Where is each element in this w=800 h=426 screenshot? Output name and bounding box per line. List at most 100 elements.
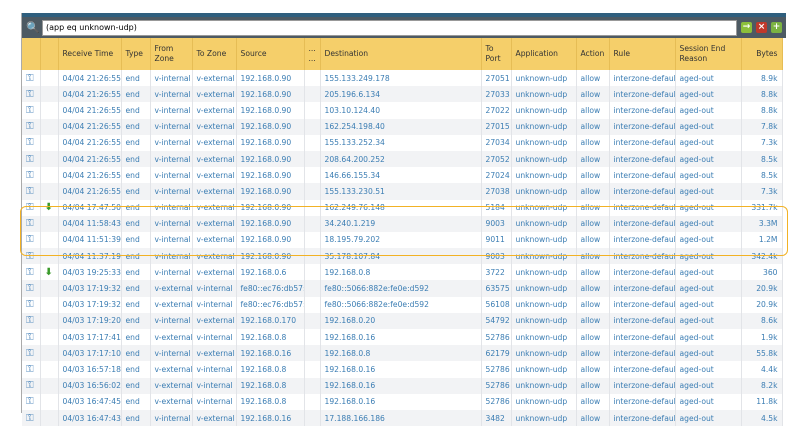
add-filter-button[interactable]: + xyxy=(771,22,782,33)
column-header[interactable]: Session End Reason xyxy=(675,38,742,70)
detail-cell[interactable]: ⚿ xyxy=(22,167,41,184)
table-row[interactable]: ⚿ 04/03 16:57:18 end v-external v-internal 19… xyxy=(22,361,783,378)
log-detail-icon[interactable]: ⚿ xyxy=(26,154,34,165)
cell-bytes: 1.9k xyxy=(741,329,783,346)
cell-rule: interzone-default xyxy=(609,215,676,232)
column-header[interactable] xyxy=(22,38,41,70)
log-detail-icon[interactable]: ⚿ xyxy=(26,137,34,148)
detail-cell[interactable]: ⚿ xyxy=(22,248,41,265)
cell-spacer xyxy=(304,345,321,362)
column-header[interactable]: Rule xyxy=(609,38,676,70)
column-header[interactable] xyxy=(40,38,59,70)
table-row[interactable]: ⚿ 04/04 21:26:55 end v-internal v-external 19… xyxy=(22,134,783,151)
filter-bar: 🔍 → × + xyxy=(22,17,786,38)
column-header[interactable]: Bytes xyxy=(741,38,783,70)
table-row[interactable]: ⚿ 04/04 21:26:55 end v-internal v-external 19… xyxy=(22,102,783,119)
table-row[interactable]: ⚿ 04/04 21:26:55 end v-internal v-external 19… xyxy=(22,118,783,135)
log-detail-icon[interactable]: ⚿ xyxy=(26,170,34,181)
cell-app: unknown-udp xyxy=(511,231,577,249)
cell-time: 04/03 17:17:10 xyxy=(58,345,122,362)
cell-type: end xyxy=(121,199,151,216)
table-row[interactable]: ⚿ 04/03 16:47:45 end v-external v-internal 19… xyxy=(22,393,783,410)
cell-reason: aged-out xyxy=(675,199,742,216)
detail-cell[interactable]: ⚿ xyxy=(22,134,41,151)
detail-cell[interactable]: ⚿ xyxy=(22,345,41,362)
table-row[interactable]: ⚿ 04/04 21:26:55 end v-internal v-external 19… xyxy=(22,70,783,87)
detail-cell[interactable]: ⚿ xyxy=(22,296,41,313)
table-row[interactable]: ⚿ 04/04 21:26:55 end v-internal v-external 19… xyxy=(22,86,783,103)
detail-cell[interactable]: ⚿ xyxy=(22,102,41,119)
detail-cell[interactable]: ⚿ xyxy=(22,361,41,378)
column-header[interactable]: Application xyxy=(511,38,577,70)
log-detail-icon[interactable]: ⚿ xyxy=(26,283,34,294)
detail-cell[interactable]: ⚿ xyxy=(22,231,41,249)
log-detail-icon[interactable]: ⚿ xyxy=(26,315,34,326)
download-pcap-icon[interactable]: ⬇ xyxy=(45,267,53,278)
download-pcap-icon[interactable]: ⬇ xyxy=(45,202,53,213)
download-cell xyxy=(40,377,59,394)
table-row[interactable]: ⚿ 04/04 21:26:55 end v-internal v-external 19… xyxy=(22,183,783,200)
cell-from: v-external xyxy=(150,296,193,313)
column-header[interactable]: Action xyxy=(576,38,610,70)
log-detail-icon[interactable]: ⚿ xyxy=(26,218,34,229)
table-row[interactable]: ⚿ ⬇ 04/04 17:47:50 end v-internal v-external 1… xyxy=(22,199,783,216)
detail-cell[interactable]: ⚿ xyxy=(22,393,41,410)
column-header[interactable]: ... ... xyxy=(304,38,321,70)
log-detail-icon[interactable]: ⚿ xyxy=(26,396,34,407)
log-detail-icon[interactable]: ⚿ xyxy=(26,380,34,391)
detail-cell[interactable]: ⚿ xyxy=(22,86,41,103)
column-header[interactable]: To Port xyxy=(481,38,512,70)
detail-cell[interactable]: ⚿ xyxy=(22,280,41,297)
table-row[interactable]: ⚿ 04/04 11:58:43 end v-internal v-external 19… xyxy=(22,215,783,232)
column-header[interactable]: Type xyxy=(121,38,151,70)
log-detail-icon[interactable]: ⚿ xyxy=(26,251,34,262)
filter-input[interactable] xyxy=(42,19,737,36)
log-detail-icon[interactable]: ⚿ xyxy=(26,105,34,116)
detail-cell[interactable]: ⚿ xyxy=(22,377,41,394)
table-row[interactable]: ⚿ 04/04 11:51:39 end v-internal v-external 19… xyxy=(22,231,783,249)
detail-cell[interactable]: ⚿ xyxy=(22,183,41,200)
table-row[interactable]: ⚿ 04/04 11:37:19 end v-internal v-external 19… xyxy=(22,248,783,265)
detail-cell[interactable]: ⚿ xyxy=(22,312,41,329)
cell-to: v-external xyxy=(192,183,237,200)
log-detail-icon[interactable]: ⚿ xyxy=(26,364,34,375)
log-detail-icon[interactable]: ⚿ xyxy=(26,121,34,132)
column-header[interactable]: Destination xyxy=(320,38,482,70)
table-row[interactable]: ⚿ 04/03 17:19:20 end v-internal v-external 19… xyxy=(22,312,783,329)
detail-cell[interactable]: ⚿ xyxy=(22,264,41,281)
table-row[interactable]: ⚿ 04/03 17:17:10 end v-internal v-external 19… xyxy=(22,345,783,362)
cell-from: v-external xyxy=(150,377,193,394)
log-detail-icon[interactable]: ⚿ xyxy=(26,234,34,245)
table-row[interactable]: ⚿ 04/03 17:19:32 end v-external v-internal fe… xyxy=(22,296,783,313)
table-row[interactable]: ⚿ 04/03 16:56:02 end v-external v-internal 19… xyxy=(22,377,783,394)
log-detail-icon[interactable]: ⚿ xyxy=(26,186,34,197)
detail-cell[interactable]: ⚿ xyxy=(22,118,41,135)
log-detail-icon[interactable]: ⚿ xyxy=(26,89,34,100)
table-row[interactable]: ⚿ ⬇ 04/03 19:25:33 end v-internal v-external 1… xyxy=(22,264,783,281)
table-row[interactable]: ⚿ 04/04 21:26:55 end v-internal v-external 19… xyxy=(22,150,783,168)
cell-src: 192.168.0.6 xyxy=(236,264,305,281)
apply-filter-button[interactable]: → xyxy=(741,22,752,33)
column-header[interactable]: From Zone xyxy=(150,38,193,70)
log-detail-icon[interactable]: ⚿ xyxy=(26,73,34,84)
table-row[interactable]: ⚿ 04/03 17:17:41 end v-external v-internal 19… xyxy=(22,329,783,346)
detail-cell[interactable]: ⚿ xyxy=(22,199,41,216)
log-detail-icon[interactable]: ⚿ xyxy=(26,332,34,343)
clear-filter-button[interactable]: × xyxy=(756,22,767,33)
log-detail-icon[interactable]: ⚿ xyxy=(26,348,34,359)
log-detail-icon[interactable]: ⚿ xyxy=(26,299,34,310)
log-detail-icon[interactable]: ⚿ xyxy=(26,267,34,278)
detail-cell[interactable]: ⚿ xyxy=(22,215,41,232)
log-detail-icon[interactable]: ⚿ xyxy=(26,202,34,213)
table-row[interactable]: ⚿ 04/04 21:26:55 end v-internal v-external 19… xyxy=(22,167,783,184)
detail-cell[interactable]: ⚿ xyxy=(22,150,41,168)
cell-bytes: 8.6k xyxy=(741,312,783,329)
detail-cell[interactable]: ⚿ xyxy=(22,70,41,87)
log-detail-icon[interactable]: ⚿ xyxy=(26,413,34,424)
cell-from: v-internal xyxy=(150,264,193,281)
table-row[interactable]: ⚿ 04/03 17:19:32 end v-external v-internal fe… xyxy=(22,280,783,297)
column-header[interactable]: To Zone xyxy=(192,38,237,70)
detail-cell[interactable]: ⚿ xyxy=(22,329,41,346)
column-header[interactable]: Receive Time xyxy=(58,38,122,70)
column-header[interactable]: Source xyxy=(236,38,305,70)
